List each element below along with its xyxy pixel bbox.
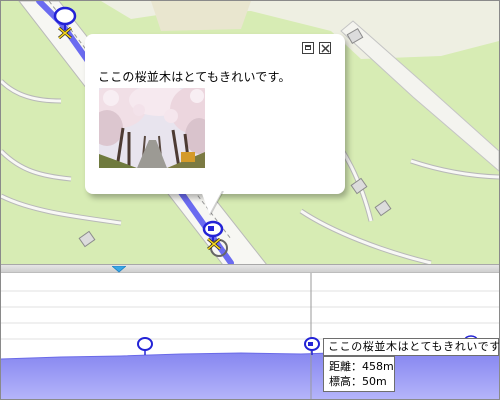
distance-value: 458m	[362, 360, 394, 373]
maximize-icon[interactable]	[302, 42, 314, 54]
profile-readout: 距離：458m 標高：50m	[323, 356, 395, 392]
elevation-value: 50m	[362, 375, 387, 388]
elevation-row: 標高：50m	[329, 375, 387, 388]
info-window: ここの桜並木はとてもきれいです。	[85, 34, 345, 194]
cherry-blossom-path-photo[interactable]	[99, 88, 205, 168]
photo-icon	[208, 226, 214, 231]
profile-splitter[interactable]	[1, 264, 499, 273]
info-window-text: ここの桜並木はとてもきれいです。	[98, 70, 291, 84]
info-window-pointer	[201, 191, 224, 216]
map-view[interactable]: ここの桜並木はとてもきれいです。	[1, 1, 499, 265]
profile-gridlines	[1, 290, 499, 340]
triangle-down-icon[interactable]	[112, 266, 126, 273]
profile-start-marker[interactable]	[137, 337, 153, 355]
close-icon[interactable]	[319, 42, 331, 54]
profile-photo-marker[interactable]	[304, 337, 320, 355]
elevation-profile[interactable]	[1, 273, 499, 399]
map-application: ここの桜並木はとてもきれいです。 ここの桜並木はとてもきれいです。 距離：458…	[0, 0, 500, 400]
photo-icon	[308, 342, 313, 346]
elevation-chart[interactable]	[1, 273, 499, 399]
building-block	[151, 1, 251, 31]
elevation-label: 標高	[329, 375, 351, 388]
distance-label: 距離	[329, 360, 351, 373]
profile-tooltip: ここの桜並木はとてもきれいです。	[323, 338, 499, 356]
distance-row: 距離：458m	[329, 360, 394, 373]
elevation-area	[1, 351, 499, 399]
